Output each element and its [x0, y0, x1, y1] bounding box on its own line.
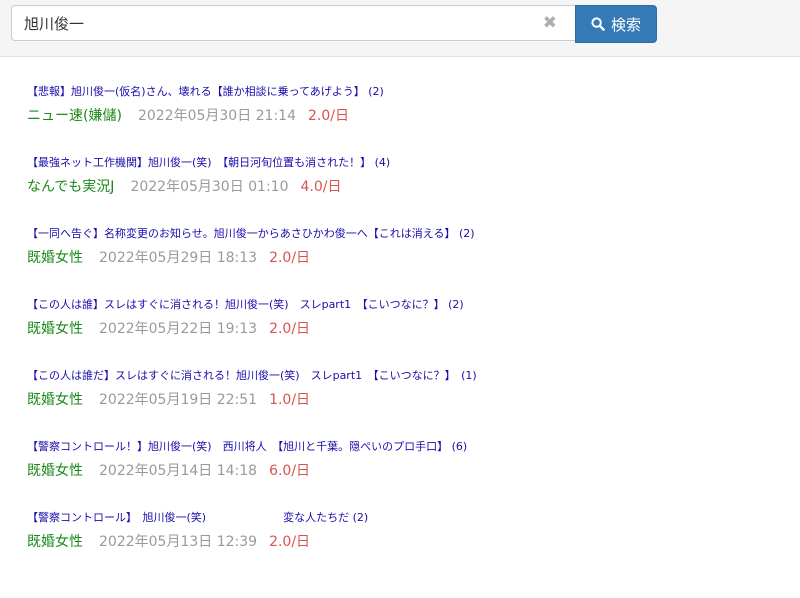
- list-item: 【この人は誰】スレはすぐに消される！旭川俊一(笑) スレpart1 【こいつなに…: [27, 295, 797, 337]
- post-rate: 1.0/日: [269, 392, 311, 408]
- board-name[interactable]: 既婚女性: [27, 392, 83, 408]
- search-button-label: 検索: [610, 15, 641, 34]
- result-title-link[interactable]: 【この人は誰だ】スレはすぐに消される！旭川俊一(笑) スレpart1 【こいつな…: [27, 366, 797, 386]
- board-name[interactable]: 既婚女性: [27, 463, 83, 479]
- post-rate: 2.0/日: [269, 321, 311, 337]
- result-title-link[interactable]: 【警察コントロール！】旭川俊一(笑) 西川将人 【旭川と千葉。隠ぺいのプロ手口】…: [27, 437, 797, 457]
- result-title-link[interactable]: 【一同へ告ぐ】名称変更のお知らせ。旭川俊一からあさひかわ俊一へ【これは消える】 …: [27, 224, 797, 244]
- result-meta: 既婚女性 2022年05月29日 18:13 2.0/日: [27, 250, 797, 266]
- list-item: 【警察コントロール！】旭川俊一(笑) 西川将人 【旭川と千葉。隠ぺいのプロ手口】…: [27, 437, 797, 479]
- board-name[interactable]: 既婚女性: [27, 321, 83, 337]
- result-title-link[interactable]: 【最強ネット工作機関】旭川俊一(笑) 【朝日河旬位置も消された！】 (4): [27, 153, 797, 173]
- list-item: 【最強ネット工作機関】旭川俊一(笑) 【朝日河旬位置も消された！】 (4) なん…: [27, 153, 797, 195]
- post-date: 2022年05月19日 22:51: [99, 392, 258, 408]
- search-button[interactable]: 検索: [575, 5, 657, 43]
- list-item: 【悲報】旭川俊一(仮名)さん、壊れる【誰か相談に乗ってあげよう】 (2) ニュー…: [27, 82, 797, 124]
- post-rate: 4.0/日: [300, 179, 342, 195]
- result-meta: なんでも実況J 2022年05月30日 01:10 4.0/日: [27, 179, 797, 195]
- clear-icon[interactable]: ✖: [543, 13, 557, 33]
- post-rate: 6.0/日: [269, 463, 311, 479]
- result-meta: ニュー速(嫌儲) 2022年05月30日 21:14 2.0/日: [27, 108, 797, 124]
- search-input[interactable]: [12, 6, 544, 40]
- search-bar: ✖ 検索: [0, 0, 800, 57]
- list-item: 【この人は誰だ】スレはすぐに消される！旭川俊一(笑) スレpart1 【こいつな…: [27, 366, 797, 408]
- result-meta: 既婚女性 2022年05月22日 19:13 2.0/日: [27, 321, 797, 337]
- post-date: 2022年05月29日 18:13: [99, 250, 258, 266]
- post-date: 2022年05月22日 19:13: [99, 321, 258, 337]
- result-title-link[interactable]: 【悲報】旭川俊一(仮名)さん、壊れる【誰か相談に乗ってあげよう】 (2): [27, 82, 797, 102]
- list-item: 【警察コントロール】 旭川俊一(笑) 変な人たちだ (2) 既婚女性 2022年0…: [27, 508, 797, 550]
- board-name[interactable]: ニュー速(嫌儲): [27, 108, 122, 124]
- result-meta: 既婚女性 2022年05月19日 22:51 1.0/日: [27, 392, 797, 408]
- post-date: 2022年05月30日 21:14: [137, 108, 296, 124]
- board-name[interactable]: なんでも実況J: [27, 179, 114, 195]
- post-rate: 2.0/日: [269, 534, 311, 550]
- result-title-link[interactable]: 【警察コントロール】 旭川俊一(笑) 変な人たちだ (2): [27, 508, 797, 528]
- post-date: 2022年05月13日 12:39: [99, 534, 258, 550]
- list-item: 【一同へ告ぐ】名称変更のお知らせ。旭川俊一からあさひかわ俊一へ【これは消える】 …: [27, 224, 797, 266]
- board-name[interactable]: 既婚女性: [27, 534, 83, 550]
- search-box: ✖: [11, 5, 575, 41]
- search-icon: [591, 17, 605, 31]
- board-name[interactable]: 既婚女性: [27, 250, 83, 266]
- result-meta: 既婚女性 2022年05月13日 12:39 2.0/日: [27, 534, 797, 550]
- post-date: 2022年05月14日 14:18: [99, 463, 258, 479]
- post-rate: 2.0/日: [308, 108, 349, 124]
- post-rate: 2.0/日: [269, 250, 311, 266]
- result-meta: 既婚女性 2022年05月14日 14:18 6.0/日: [27, 463, 797, 479]
- post-date: 2022年05月30日 01:10: [130, 179, 289, 195]
- result-title-link[interactable]: 【この人は誰】スレはすぐに消される！旭川俊一(笑) スレpart1 【こいつなに…: [27, 295, 797, 315]
